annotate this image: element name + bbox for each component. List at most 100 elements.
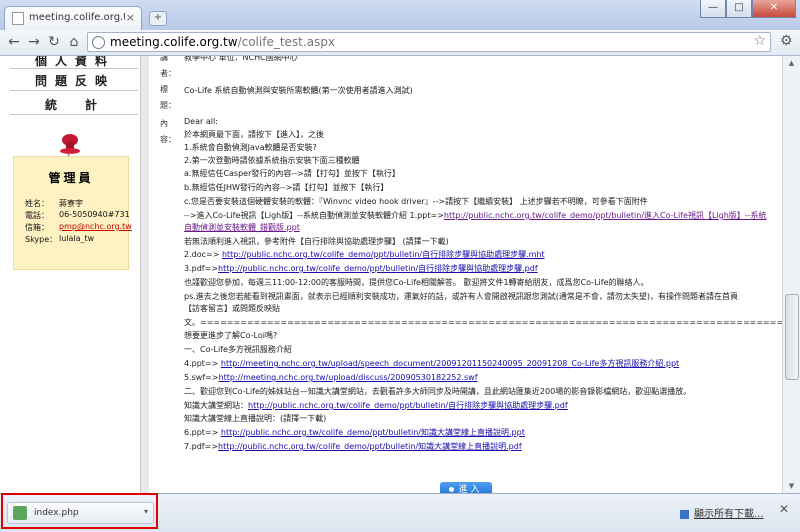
body-line: 【訪客留言】或問題反映貼 [184,303,280,315]
row-key: 電話： [25,211,49,220]
highlight-box [1,493,158,529]
post-detail: 講者： 教學中心 單位：NCHC國網中心 標題： Co-Life 系統自動偵測與… [150,56,800,493]
sidebar-item-stats[interactable]: 統 計 [20,96,130,113]
body-line: a.無經信任Casper發行的內容-->請【打勾】並按下【執行】 [184,168,400,180]
row-key: Skype： [25,235,58,244]
enter-button-label: 進入 [458,485,483,493]
page-icon [12,12,24,25]
content-label: 內容： [160,119,176,144]
body-line-with-link: 6.ppt=> http://public.nchc.org.tw/colife… [184,427,525,439]
body-line: 想要更進步了解Co-Loi嗎? [184,330,277,342]
body-text: 2.doc=> [184,250,222,259]
body-line-with-link: 知識大講堂網站：http://public.nchc.org.tw/colife… [184,400,568,412]
title-value: Co-Life 系統自動偵測與安裝所需軟體(第一次使用者請進入測試) [184,86,413,95]
body-text: 於本網頁最下面，請按下【進入】，之後 [184,130,324,139]
scroll-down-icon[interactable]: ▼ [783,479,800,493]
bookmark-star-icon[interactable]: ☆ [753,33,766,49]
attachment-link[interactable]: http://public.nchc.org.tw/colife_demo/pp… [444,211,767,220]
url-path: /colife_test.aspx [237,35,336,49]
body-text: a.無經信任Casper發行的內容-->請【打勾】並按下【執行】 [184,169,400,178]
row-value: lulala_tw [59,234,95,243]
body-line: 知識大講堂線上直播說明：(請擇一下載) [184,413,326,425]
url-host: meeting.colife.org.tw [110,35,238,49]
author-label: 講者： [160,56,176,78]
body-line: Dear all: [184,116,218,128]
admin-phone-row: 電話： 06-5050940#731 [25,210,130,221]
home-icon[interactable]: ⌂ [66,34,82,50]
vertical-scrollbar[interactable]: ▲ ▼ [782,56,800,493]
wrench-menu-icon[interactable]: ⚙ [780,33,793,49]
row-key: 信箱： [25,223,49,232]
sidebar: 個人資料 問題反映 統 計 管理員 姓名： 蔣寮宇 電話： 06-5050940#7… [0,56,141,493]
attachment-link[interactable]: http://public.nchc.org.tw/colife_demo/pp… [221,428,525,437]
body-line-with-link: 自動偵測並安裝軟體_錯觀版.ppt [184,222,300,234]
enter-button[interactable]: 進入 [440,482,492,493]
body-text: 文。======================================… [184,318,800,327]
admin-contact-card: 管理員 姓名： 蔣寮宇 電話： 06-5050940#731 信箱： pmp@nchc… [13,156,132,270]
body-text: 知識大講堂網站： [184,401,248,410]
menu-divider [10,114,138,115]
body-text: 知識大講堂線上直播說明：(請擇一下載) [184,414,327,423]
attachment-link[interactable]: http://public.nchc.org.tw/colife_demo/pp… [218,442,522,451]
tab-title: meeting.colife.org.tw/... [29,12,125,23]
show-all-downloads-link[interactable]: 顯示所有下載... [680,505,764,520]
body-text: ps.進去之後您若能看到視訊畫面，就表示已經順利安裝成功，運氣好的話，或許有人會… [184,292,739,301]
globe-icon [92,36,105,49]
sidebar-item-feedback[interactable]: 問題反映 [20,72,130,89]
minimize-button[interactable]: — [700,0,726,18]
body-text: 【訪客留言】或問題反映貼 [184,304,280,313]
body-text: 3.pdf=> [184,264,219,273]
attachment-link[interactable]: http://public.nchc.org.tw/colife_demo/pp… [218,264,538,273]
body-line-with-link: 5.swf=>http://meeting.nchc.org.tw/upload… [184,372,478,384]
attachment-link[interactable]: http://public.nchc.org.tw/colife_demo/pp… [248,401,568,410]
new-tab-button[interactable]: + [149,11,167,26]
body-text: 若無法順利進入視訊，參考附件【自行排除與協助處理步驟】 (請擇一下載) [184,237,449,246]
body-text: 1.系統會自動偵測Java軟體是否安裝? [184,143,317,152]
attachment-link[interactable]: http://meeting.nchc.org.tw/upload/discus… [219,373,478,382]
body-line: 二、歡迎您到Co-Life的姊妹站台—知識大講堂網站，去觀看許多大師同步及時開講… [184,386,691,398]
reload-icon[interactable]: ↻ [46,34,62,50]
body-line-with-link: 3.pdf=>http://public.nchc.org.tw/colife_… [184,263,538,275]
attachment-link[interactable]: http://meeting.nchc.org.tw/upload/speech… [221,359,679,368]
back-arrow-icon[interactable]: ← [6,34,22,50]
close-window-button[interactable]: ✕ [752,0,796,18]
body-text: 一、Co-Life多方視訊服務介紹 [184,345,292,354]
admin-email-link[interactable]: pmp@nchc.org.tw [59,222,132,231]
author-value: 教學中心 單位：NCHC國網中心 [184,56,298,62]
body-line: 若無法順利進入視訊，參考附件【自行排除與協助處理步驟】 (請擇一下載) [184,236,449,248]
body-text: 5.swf=> [184,373,219,382]
body-line-with-link: 7.pdf=>http://public.nchc.org.tw/colife_… [184,441,522,453]
close-shelf-icon[interactable]: ✕ [779,502,789,516]
scroll-up-icon[interactable]: ▲ [783,56,800,70]
body-line-with-link: -->進入Co-Life視訊【Ligh版】--系統自動偵測並安裝軟體介紹 1.p… [184,210,767,222]
body-line: 也謹歡迎您參加，每週三11:00-12:00的客服時間，提供您Co-Life相關… [184,277,649,289]
menu-divider [10,90,138,91]
tab-close-icon[interactable]: × [126,11,135,24]
body-line: c.您是否要安裝這個硬體安裝的軟體：『Winvnc video hook dri… [184,196,648,208]
attachment-link[interactable]: 自動偵測並安裝軟體_錯觀版.ppt [184,223,300,232]
show-all-label: 顯示所有下載... [694,509,764,520]
maximize-button[interactable]: □ [726,0,752,18]
browser-window: meeting.colife.org.tw/... × + — □ ✕ ← → … [0,0,800,532]
body-line: ps.進去之後您若能看到視訊畫面，就表示已經順利安裝成功，運氣好的話，或許有人會… [184,291,738,303]
body-line: 1.系統會自動偵測Java軟體是否安裝? [184,142,317,154]
forward-arrow-icon[interactable]: → [26,34,42,50]
body-text: -->進入Co-Life視訊【Ligh版】--系統自動偵測並安裝軟體介紹 1.p… [184,211,444,220]
body-text: 也謹歡迎您參加，每週三11:00-12:00的客服時間，提供您Co-Life相關… [184,278,649,287]
row-key: 姓名： [25,199,49,208]
body-line-with-link: 2.doc=> http://public.nchc.org.tw/colife… [184,249,545,261]
browser-tab[interactable]: meeting.colife.org.tw/... × [4,6,142,30]
admin-name-row: 姓名： 蔣寮宇 [25,198,83,209]
body-text: b.無經信任JHW發行的內容-->請【打勾】並按下【執行】 [184,183,389,192]
browser-toolbar: ← → ↻ ⌂ meeting.colife.org.tw/colife_tes… [0,30,800,56]
enter-icon [449,487,455,492]
body-line: 於本網頁最下面，請按下【進入】，之後 [184,129,324,141]
attachment-link[interactable]: http://public.nchc.org.tw/colife_demo/pp… [222,250,545,259]
window-controls: — □ ✕ [700,0,796,18]
body-line-with-link: 4.ppt=> http://meeting.nchc.org.tw/uploa… [184,358,679,370]
scrollbar-thumb[interactable] [785,294,799,380]
body-text: c.您是否要安裝這個硬體安裝的軟體：『Winvnc video hook dri… [184,197,648,206]
page-content: 個人資料 問題反映 統 計 管理員 姓名： 蔣寮宇 電話： 06-5050940#7… [0,56,800,493]
address-bar[interactable]: meeting.colife.org.tw/colife_test.aspx ☆ [87,32,771,52]
body-text: 2.第一次登動時請依據系統指示安裝下面三種軟體 [184,156,360,165]
